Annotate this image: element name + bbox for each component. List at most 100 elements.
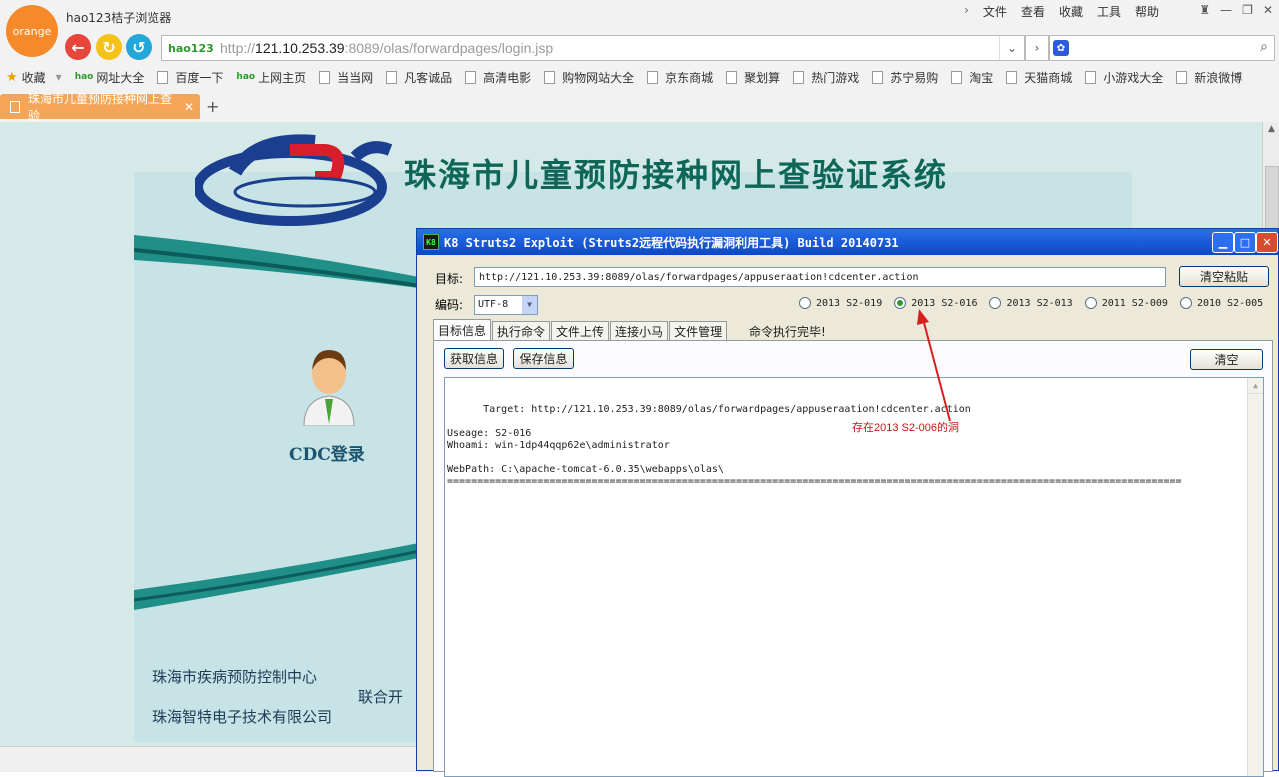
chevron-down-icon[interactable]: ▼: [522, 296, 537, 314]
radio-label: 2013 S2-013: [1006, 297, 1073, 309]
restore-icon[interactable]: ❐: [1242, 3, 1253, 17]
url-path: :8089/olas/forwardpages/login.jsp: [344, 40, 554, 56]
radio-s2-013[interactable]: 2013 S2-013: [989, 297, 1073, 309]
chevron-right-icon[interactable]: ›: [964, 3, 969, 20]
bookmarks-bar: ★ 收藏 ▾ hao 网址大全 百度一下 hao 上网主页 当当网 凡客诚品 高清电影 …: [6, 67, 1255, 87]
bookmark-label: 高清电影: [483, 70, 532, 85]
menu-bar: › 文件 查看 收藏 工具 帮助: [964, 3, 1159, 20]
menu-help[interactable]: 帮助: [1135, 3, 1159, 20]
address-bar[interactable]: hao123 http://121.10.253.39:8089/olas/fo…: [161, 35, 1025, 61]
close-tab-icon[interactable]: ✕: [184, 100, 194, 114]
scroll-up-icon[interactable]: ▲: [1263, 122, 1279, 137]
refresh-button[interactable]: ↻: [96, 34, 122, 60]
bookmark-favorites[interactable]: ★ 收藏 ▾: [6, 69, 62, 86]
target-info-panel: 获取信息 保存信息 清空 Target: http://121.10.253.3…: [433, 340, 1273, 777]
bookmark-item[interactable]: 新浪微博: [1176, 69, 1242, 86]
page-icon: [1085, 70, 1097, 84]
page-icon: [647, 70, 659, 84]
search-input[interactable]: ✿ ⌕: [1049, 35, 1275, 61]
decorative-swoosh: [134, 540, 434, 610]
page-icon: [319, 70, 331, 84]
app-title: hao123桔子浏览器: [66, 11, 172, 25]
cdc-login-link[interactable]: CDC登录: [289, 440, 365, 465]
radio-label: 2011 S2-009: [1101, 297, 1168, 309]
minimize-icon[interactable]: —: [1220, 3, 1232, 17]
scroll-up-icon[interactable]: ▲: [1248, 378, 1263, 394]
bookmark-label: 天猫商城: [1024, 70, 1073, 85]
radio-s2-019[interactable]: 2013 S2-019: [799, 297, 882, 309]
save-info-button[interactable]: 保存信息: [513, 348, 574, 369]
radio-dot[interactable]: [799, 297, 811, 309]
output-textarea[interactable]: Target: http://121.10.253.39:8089/olas/f…: [444, 377, 1264, 777]
clear-paste-button[interactable]: 清空粘贴: [1179, 266, 1269, 287]
bookmark-item[interactable]: 当当网: [319, 69, 373, 86]
org-name-zhite: 珠海智特电子技术有限公司: [152, 708, 333, 726]
clear-button[interactable]: 清空: [1190, 349, 1263, 370]
page-icon: [544, 70, 556, 84]
tab-exec-command[interactable]: 执行命令: [492, 321, 551, 340]
chevron-down-icon[interactable]: ⌄: [999, 36, 1024, 60]
radio-s2-005[interactable]: 2010 S2-005: [1179, 297, 1263, 309]
maximize-button[interactable]: □: [1234, 232, 1256, 253]
url-prefix: http://: [220, 40, 256, 56]
browser-logo: orange: [6, 5, 58, 57]
user-avatar-icon[interactable]: [300, 344, 358, 426]
bookmark-item[interactable]: 百度一下: [157, 69, 223, 86]
bookmark-item[interactable]: 小游戏大全: [1085, 69, 1163, 86]
maximize-icon: □: [1239, 236, 1251, 249]
tab-file-manager[interactable]: 文件管理: [669, 321, 728, 340]
radio-s2-016[interactable]: 2013 S2-016: [894, 297, 977, 309]
encoding-label: 编码:: [435, 298, 464, 312]
address-text[interactable]: http://121.10.253.39:8089/olas/forwardpa…: [220, 40, 553, 56]
tab-target-info[interactable]: 目标信息: [433, 319, 492, 340]
encoding-select[interactable]: UTF-8 ▼: [474, 295, 538, 315]
radio-dot[interactable]: [1084, 297, 1097, 309]
bookmark-item[interactable]: 高清电影: [465, 69, 531, 86]
bookmark-item[interactable]: 淘宝: [951, 69, 993, 86]
tab-active[interactable]: 珠海市儿童预防接种网上查验 ✕: [0, 92, 200, 123]
tab-file-upload[interactable]: 文件上传: [551, 321, 610, 340]
menu-tools[interactable]: 工具: [1097, 3, 1121, 20]
baidu-paw-icon[interactable]: ✿: [1053, 40, 1069, 56]
menu-view[interactable]: 查看: [1021, 3, 1045, 20]
bookmark-label: 收藏: [21, 70, 46, 85]
bookmark-item[interactable]: 天猫商城: [1006, 69, 1072, 86]
menu-file[interactable]: 文件: [983, 3, 1007, 20]
minimize-button[interactable]: ▁: [1212, 232, 1234, 253]
tab-connect-shell[interactable]: 连接小马: [610, 321, 669, 340]
skin-icon[interactable]: ♜: [1199, 3, 1210, 17]
target-url-input[interactable]: http://121.10.253.39:8089/olas/forwardpa…: [474, 267, 1166, 287]
back-button[interactable]: ←: [65, 34, 91, 60]
chevron-down-icon[interactable]: ▾: [56, 70, 62, 84]
bookmark-item[interactable]: hao 上网主页: [236, 69, 306, 86]
bookmark-item[interactable]: 热门游戏: [793, 69, 859, 86]
k8-title-bar[interactable]: K8 K8 Struts2 Exploit (Struts2远程代码执行漏洞利用…: [417, 229, 1278, 255]
bookmark-item[interactable]: 京东商城: [647, 69, 713, 86]
new-tab-button[interactable]: +: [206, 97, 219, 116]
bookmark-item[interactable]: 购物网站大全: [544, 69, 634, 86]
bookmark-item[interactable]: 聚划算: [726, 69, 780, 86]
radio-s2-009[interactable]: 2011 S2-009: [1084, 297, 1168, 309]
decorative-swoosh: [134, 235, 434, 290]
home-button[interactable]: ↺: [126, 34, 152, 60]
forward-button[interactable]: ›: [1025, 35, 1049, 61]
org-cohost: 联合开: [358, 688, 404, 706]
bookmark-item[interactable]: 苏宁易购: [872, 69, 938, 86]
close-button[interactable]: ✕: [1256, 232, 1278, 253]
output-scrollbar[interactable]: ▲: [1247, 378, 1263, 776]
bookmark-item[interactable]: hao 网址大全: [75, 69, 145, 86]
get-info-button[interactable]: 获取信息: [444, 348, 504, 369]
page-icon: [872, 70, 884, 84]
radio-dot[interactable]: [894, 297, 907, 309]
search-icon[interactable]: ⌕: [1260, 39, 1268, 55]
page-icon: [1176, 70, 1188, 84]
url-host: 121.10.253.39: [255, 40, 345, 56]
page-icon: [465, 70, 477, 84]
k8-exploit-window: K8 K8 Struts2 Exploit (Struts2远程代码执行漏洞利用…: [416, 228, 1279, 777]
bookmark-item[interactable]: 凡客诚品: [386, 69, 452, 86]
radio-dot[interactable]: [989, 297, 1002, 309]
close-icon[interactable]: ✕: [1263, 3, 1273, 17]
tab-title: 珠海市儿童预防接种网上查验: [28, 91, 173, 123]
menu-favorites[interactable]: 收藏: [1059, 3, 1083, 20]
radio-dot[interactable]: [1179, 297, 1192, 309]
